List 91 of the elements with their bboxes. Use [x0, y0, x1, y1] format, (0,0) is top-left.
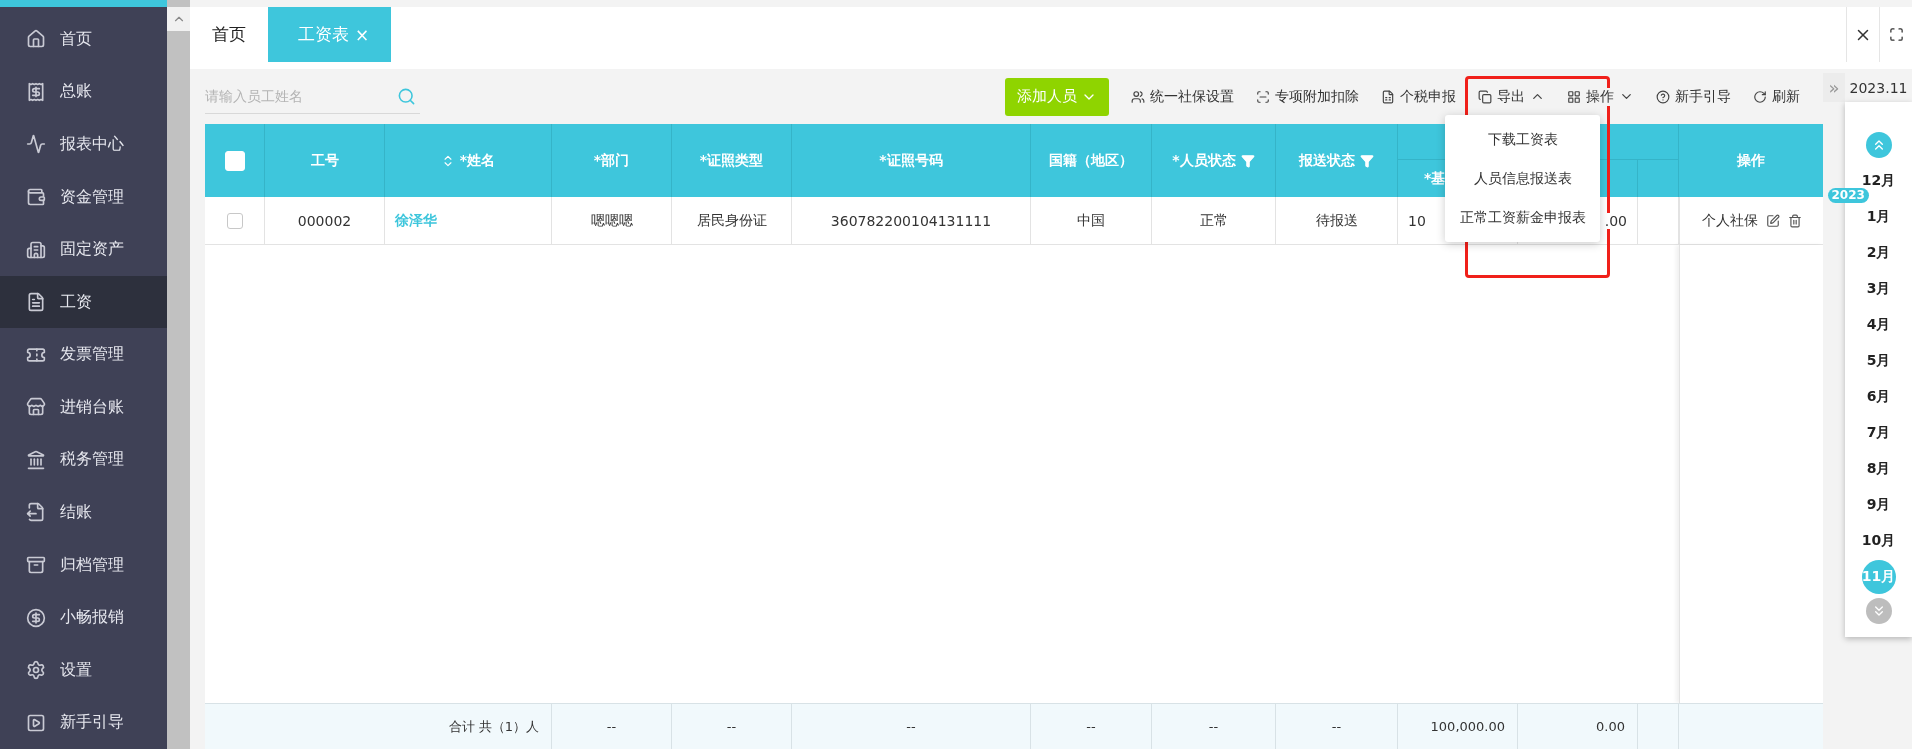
table-cell: .00 [1604, 212, 1627, 229]
sidebar-item[interactable]: 报表中心 [0, 118, 167, 171]
filter-icon[interactable] [1240, 153, 1255, 168]
year-badge: 2023 [1827, 188, 1869, 203]
menu-item[interactable]: 正常工资薪金申报表 [1445, 198, 1600, 237]
month-item[interactable]: 8月 [1861, 452, 1896, 486]
month-item[interactable]: 6月 [1861, 380, 1896, 414]
search-icon[interactable] [397, 86, 416, 106]
sidebar-item[interactable]: 发票管理 [0, 328, 167, 382]
toolbar-button[interactable]: 操作 [1567, 87, 1634, 106]
column-header: 报送状态 [1276, 124, 1398, 197]
toolbar-button[interactable]: 新手引导 [1656, 87, 1731, 106]
toolbar-button[interactable]: 统一社保设置 [1131, 87, 1234, 106]
play-icon [26, 712, 46, 733]
social-insurance-link[interactable]: 个人社保 [1701, 211, 1758, 230]
toolbar-button[interactable]: 个税申报 [1381, 87, 1456, 106]
refresh-icon [1753, 89, 1767, 104]
total-cell: -- [1031, 704, 1152, 749]
help-icon [1656, 89, 1670, 104]
total-cell: -- [1276, 704, 1398, 749]
building-icon [26, 239, 46, 260]
month-item[interactable]: 2月 [1861, 236, 1896, 270]
column-header: 国籍（地区） [1031, 124, 1152, 197]
file-arrow-icon [26, 502, 46, 523]
total-cell: -- [792, 704, 1031, 749]
column-header: 操作 [1736, 150, 1766, 170]
sidebar-item[interactable]: 固定资产 [0, 223, 167, 276]
total-cell: -- [552, 704, 672, 749]
sidebar-item[interactable]: 税务管理 [0, 433, 167, 487]
sidebar-item[interactable]: 结账 [0, 486, 167, 539]
delete-icon[interactable] [1787, 213, 1802, 228]
sidebar-item[interactable]: 资金管理 [0, 170, 167, 224]
home-icon [26, 29, 46, 50]
column-header: 工号 [265, 124, 385, 197]
toolbar-button[interactable]: 专项附加扣除 [1256, 87, 1359, 106]
store-icon [26, 397, 46, 418]
month-item[interactable]: 3月 [1861, 272, 1896, 306]
scroll-down-button[interactable] [1865, 598, 1892, 624]
coin-icon [26, 607, 46, 628]
copy-icon [1478, 89, 1492, 104]
month-item[interactable]: 1月 [1861, 200, 1896, 234]
sidebar-item[interactable]: 小畅报销 [0, 591, 167, 644]
sidebar-item[interactable]: 新手引导 [0, 696, 167, 749]
table-cell: 居民身份证 [696, 211, 767, 230]
sidebar-item[interactable]: 总账 [0, 65, 167, 119]
table-cell: 嗯嗯嗯 [590, 211, 633, 230]
toolbar-button[interactable]: 刷新 [1753, 87, 1800, 106]
total-cell: 100,000.00 [1398, 704, 1518, 749]
fullscreen-icon [1888, 27, 1904, 42]
column-header: *证照类型 [672, 124, 792, 197]
line-chart-icon [26, 134, 46, 155]
select-all-checkbox[interactable] [224, 150, 245, 171]
column-header: *姓名 [385, 124, 552, 197]
settings-icon [26, 660, 46, 681]
sidebar-item[interactable]: 工资 [0, 275, 167, 329]
table-cell: 正常 [1199, 211, 1228, 230]
total-cell: -- [1152, 704, 1276, 749]
scrollbar[interactable] [167, 0, 190, 749]
total-cell: -- [672, 704, 792, 749]
scan-icon [1256, 89, 1270, 104]
people-icon [1131, 89, 1145, 104]
search-field[interactable]: 请输入员工姓名 [205, 88, 375, 104]
sidebar-item[interactable]: 设置 [0, 643, 167, 697]
month-item[interactable]: 10月 [1861, 524, 1896, 558]
month-item[interactable]: 4月 [1861, 308, 1896, 342]
wallet-icon [26, 187, 46, 207]
total-label: 合计 共（1）人 [205, 704, 552, 749]
bank-icon [26, 449, 46, 470]
receipt-icon [26, 81, 46, 102]
month-item[interactable]: 7月 [1861, 416, 1896, 450]
sidebar-item[interactable]: 首页 [0, 13, 167, 66]
spreadsheet-icon [1381, 89, 1395, 104]
grid-icon [1567, 89, 1581, 104]
filter-icon[interactable] [1360, 153, 1374, 168]
document-icon [26, 292, 46, 313]
total-cell: 0.00 [1518, 704, 1638, 749]
sidebar-item[interactable]: 进销台账 [0, 381, 167, 434]
month-item[interactable]: 9月 [1861, 488, 1896, 522]
toolbar-button[interactable]: 导出 [1478, 87, 1545, 106]
sidebar-item[interactable]: 归档管理 [0, 538, 167, 592]
table-cell: 中国 [1077, 211, 1105, 230]
scroll-up-button[interactable] [1865, 132, 1892, 158]
month-item[interactable]: 5月 [1861, 344, 1896, 378]
table-cell: 待报送 [1315, 211, 1358, 230]
row-checkbox[interactable] [226, 212, 243, 229]
archive-icon [26, 555, 46, 576]
menu-item[interactable]: 下载工资表 [1445, 120, 1600, 159]
column-header: *人员状态 [1152, 124, 1276, 197]
edit-icon[interactable] [1765, 213, 1780, 228]
column-header: *证照号码 [792, 124, 1031, 197]
column-header: *部门 [552, 124, 672, 197]
